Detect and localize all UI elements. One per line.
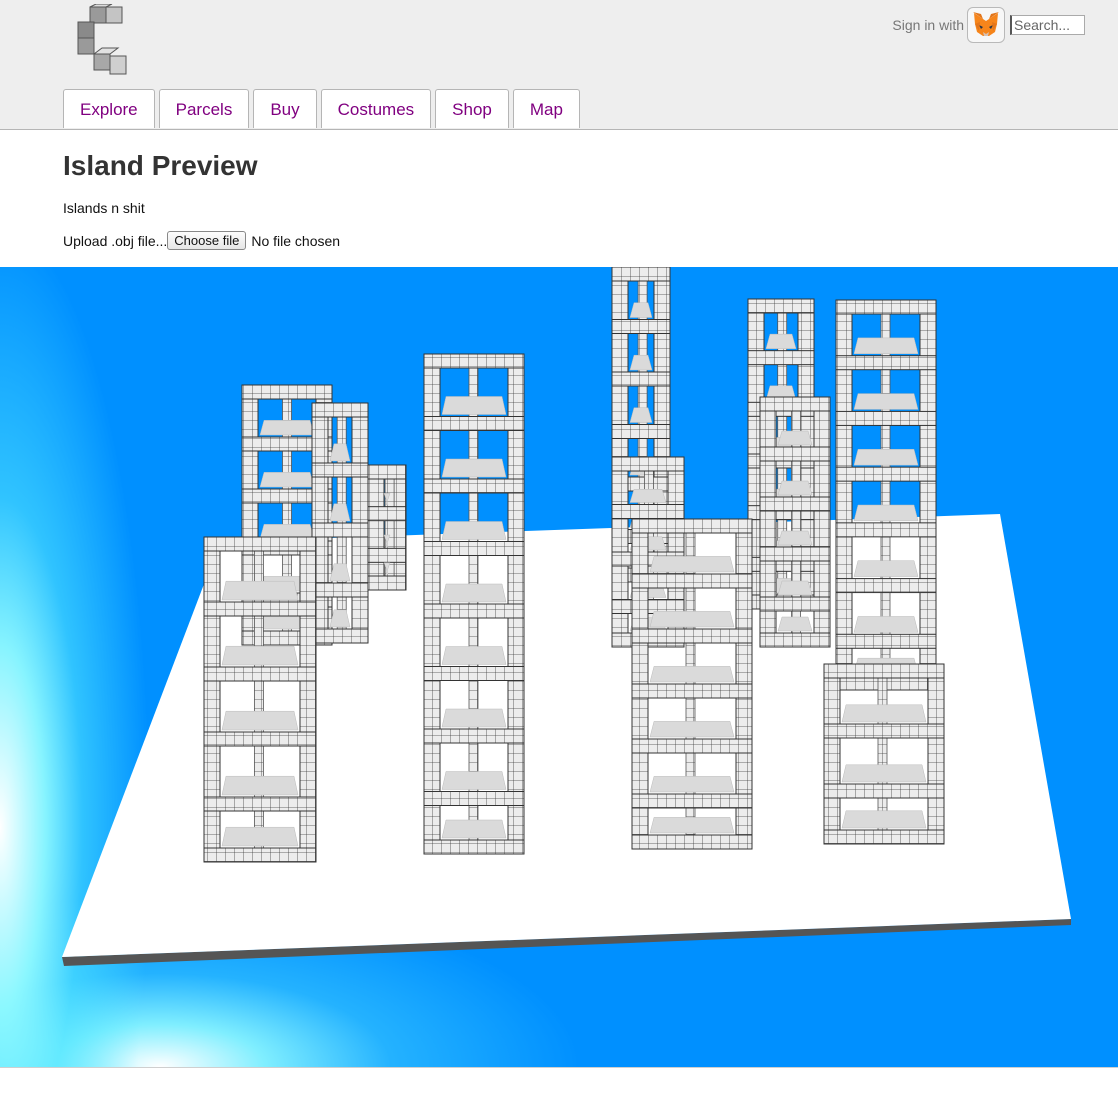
upload-label: Upload .obj file... — [63, 232, 168, 249]
choose-file-button[interactable]: Choose file — [167, 231, 247, 250]
metamask-fox-icon — [973, 12, 999, 36]
site-header: Sign in with Explore Parcels Buy Costume… — [0, 0, 1118, 130]
island-scene — [62, 267, 1071, 966]
tab-buy[interactable]: Buy — [253, 89, 317, 128]
page-title: Island Preview — [63, 150, 258, 181]
file-status: No file chosen — [251, 232, 341, 249]
island-3d-viewport[interactable] — [0, 267, 1118, 1067]
cube-logo-icon[interactable] — [72, 4, 134, 78]
search-input[interactable] — [1010, 15, 1085, 35]
tab-parcels[interactable]: Parcels — [158, 89, 250, 128]
voxel-tower — [759, 396, 831, 648]
voxel-tower — [367, 464, 407, 591]
voxel-tower — [835, 299, 937, 691]
page-subtitle: Islands n shit — [63, 200, 145, 216]
metamask-button[interactable] — [967, 7, 1005, 43]
nav-tabs: Explore Parcels Buy Costumes Shop Map — [63, 89, 584, 128]
tab-explore[interactable]: Explore — [63, 89, 155, 128]
upload-row: Upload .obj file... Choose file No file … — [63, 231, 340, 250]
tab-map[interactable]: Map — [512, 89, 580, 128]
bottom-divider — [0, 1067, 1118, 1068]
voxel-tower — [423, 353, 525, 855]
tab-shop[interactable]: Shop — [435, 89, 509, 128]
sign-in-label: Sign in with — [892, 17, 964, 33]
sign-in-area: Sign in with — [892, 5, 1085, 45]
voxel-tower — [311, 402, 369, 644]
tab-costumes[interactable]: Costumes — [320, 89, 432, 128]
